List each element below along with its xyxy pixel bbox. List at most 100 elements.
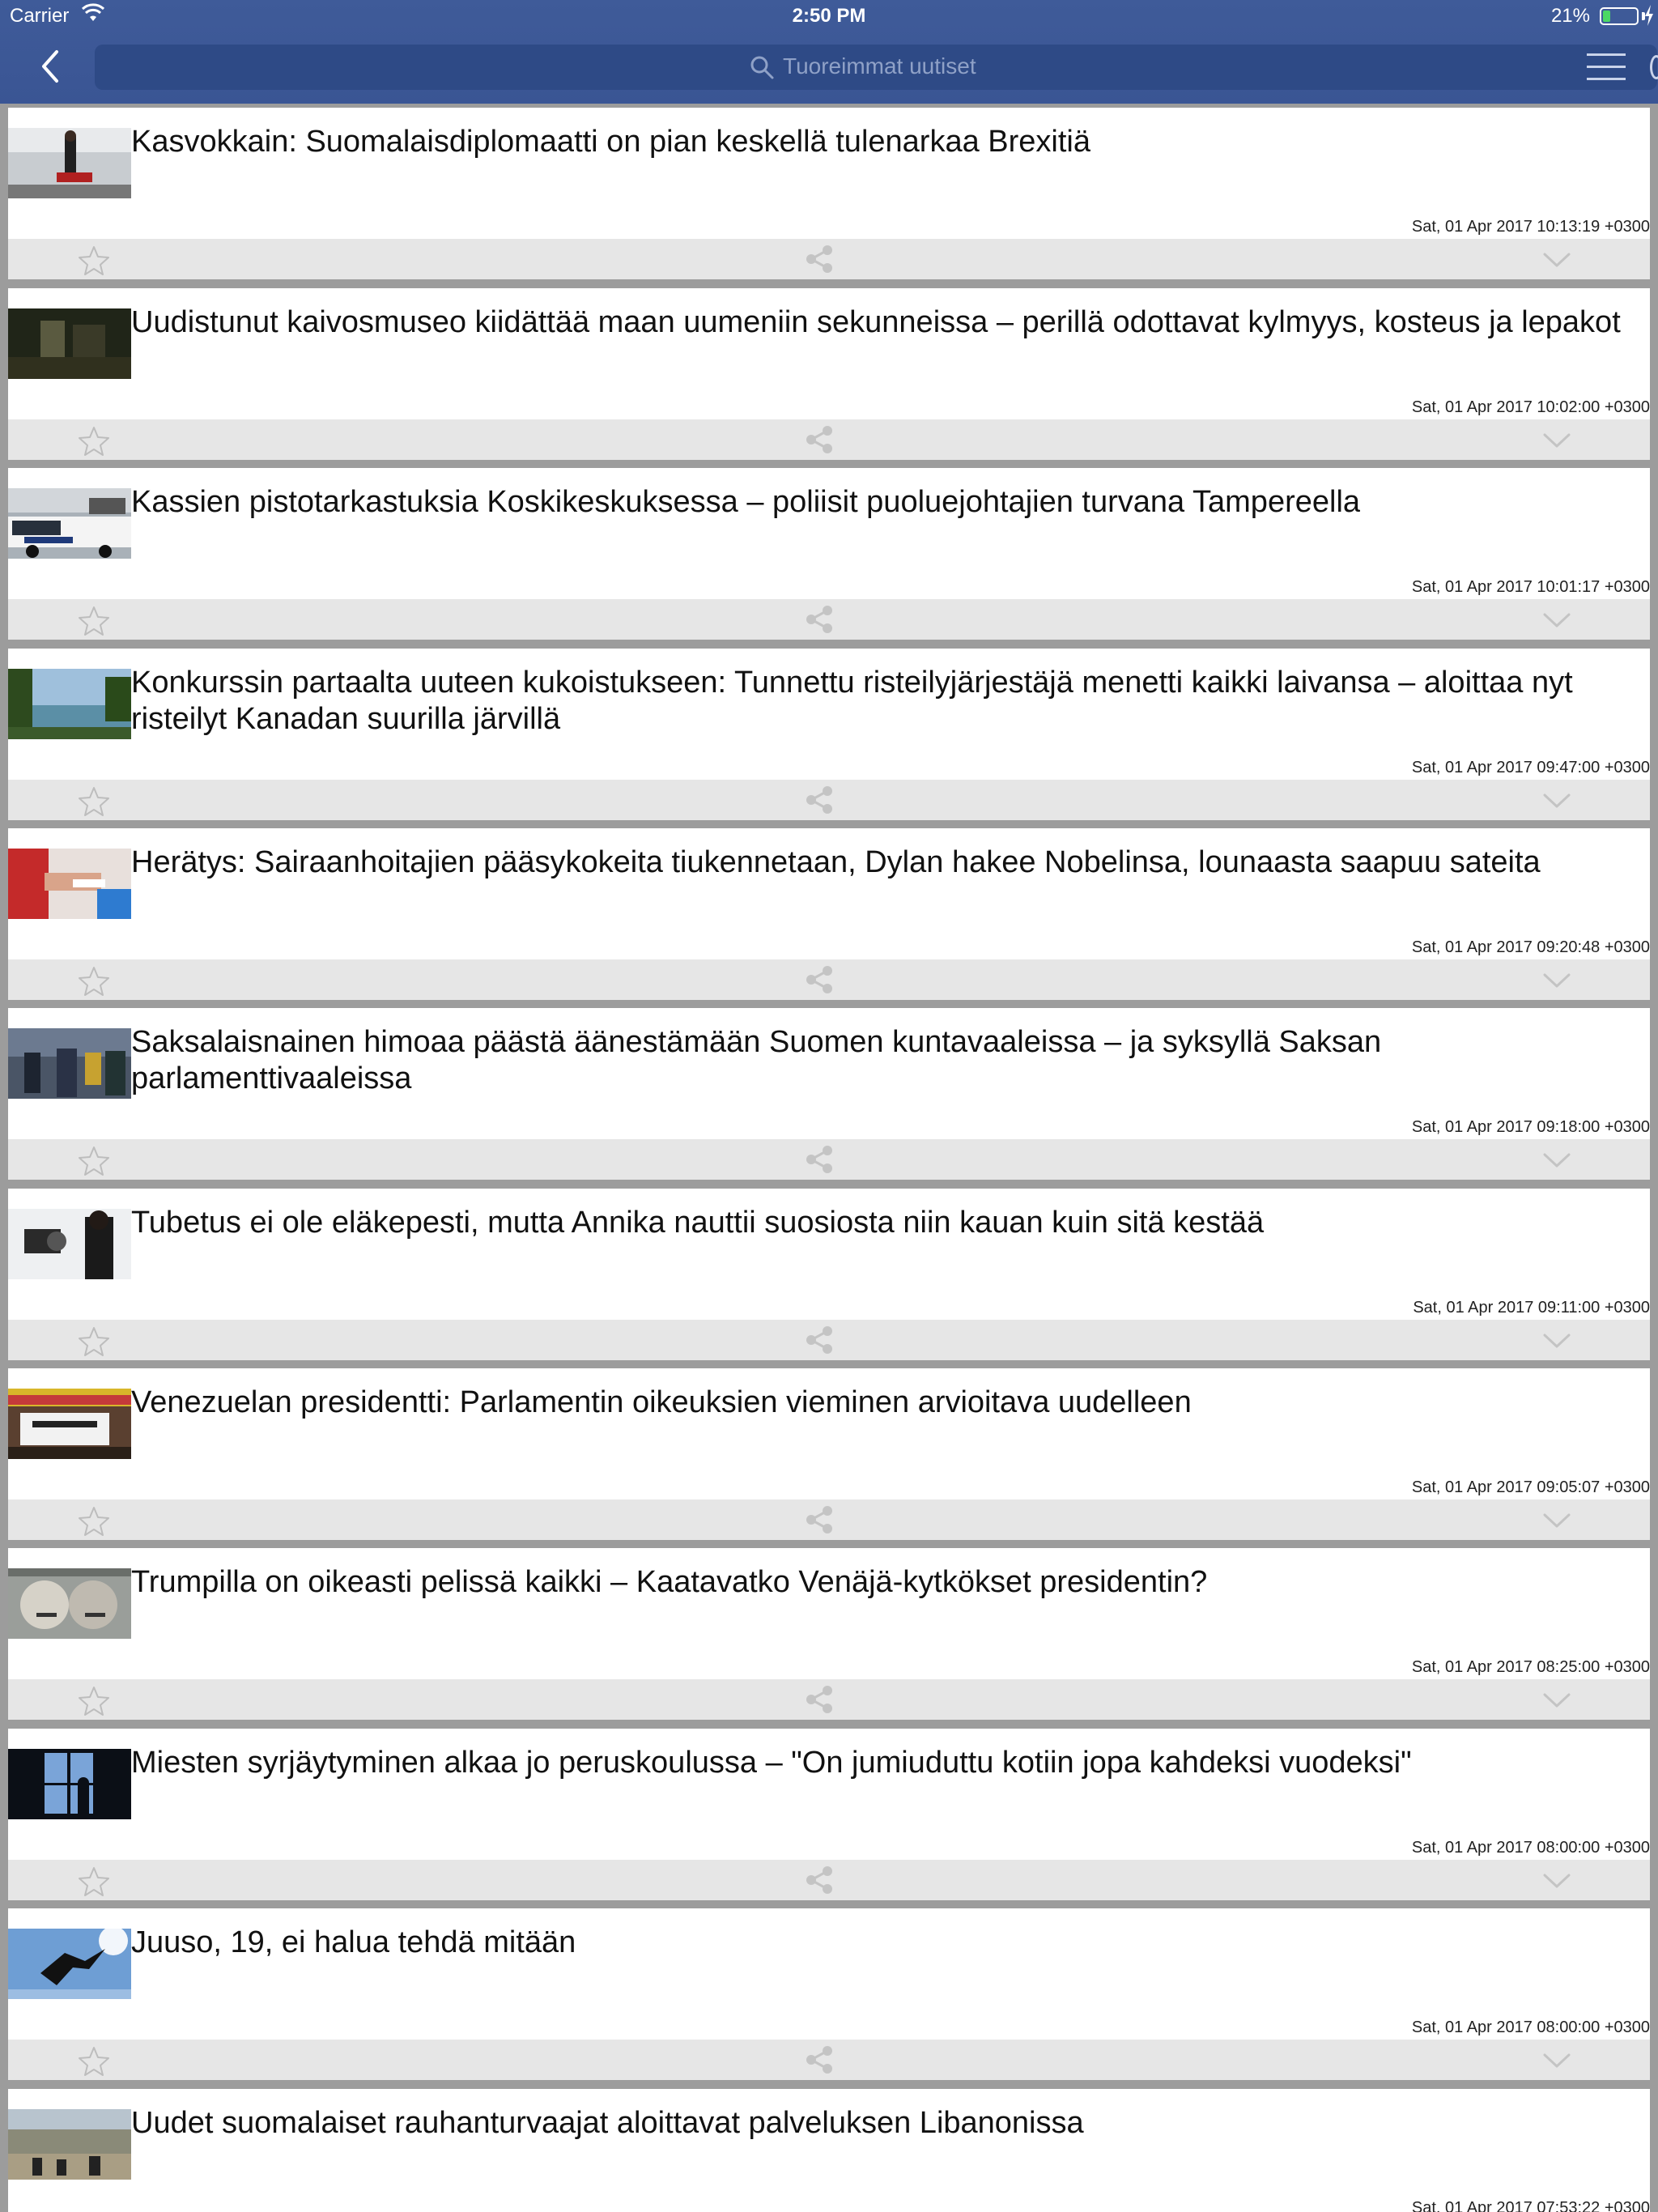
article-action-bar bbox=[8, 239, 1650, 279]
back-button[interactable] bbox=[32, 47, 68, 86]
article-thumbnail[interactable] bbox=[8, 1389, 131, 1459]
article-card[interactable]: Miesten syrjäytyminen alkaa jo peruskoul… bbox=[8, 1729, 1650, 1900]
search-field[interactable]: Tuoreimmat uutiset bbox=[95, 45, 1657, 90]
article-thumbnail[interactable] bbox=[8, 1929, 131, 1999]
share-button[interactable] bbox=[803, 1325, 835, 1355]
article-action-bar bbox=[8, 780, 1650, 820]
expand-chevron-down-button[interactable] bbox=[1543, 793, 1571, 809]
article-title[interactable]: Tubetus ei ole eläkepesti, mutta Annika … bbox=[131, 1205, 1645, 1241]
article-title[interactable]: Herätys: Sairaanhoitajien pääsykokeita t… bbox=[131, 844, 1645, 881]
share-button[interactable] bbox=[803, 1685, 835, 1714]
article-action-bar bbox=[8, 1139, 1650, 1180]
article-date: Sat, 01 Apr 2017 08:00:00 +0300 bbox=[1411, 1839, 1650, 1857]
expand-chevron-down-button[interactable] bbox=[1543, 1152, 1571, 1168]
article-action-bar bbox=[8, 599, 1650, 640]
article-card[interactable]: Herätys: Sairaanhoitajien pääsykokeita t… bbox=[8, 828, 1650, 1000]
share-button[interactable] bbox=[803, 785, 835, 815]
favorite-star-button[interactable] bbox=[78, 966, 110, 997]
share-button[interactable] bbox=[803, 1865, 835, 1895]
expand-chevron-down-button[interactable] bbox=[1543, 612, 1571, 628]
favorite-star-button[interactable] bbox=[78, 1506, 110, 1537]
article-action-bar bbox=[8, 1860, 1650, 1900]
favorite-star-button[interactable] bbox=[78, 606, 110, 636]
article-title[interactable]: Konkurssin partaalta uuteen kukoistuksee… bbox=[131, 665, 1645, 738]
status-bar: Carrier 2:50 PM 21% bbox=[0, 0, 1658, 32]
share-button[interactable] bbox=[803, 425, 835, 454]
share-button[interactable] bbox=[803, 1505, 835, 1534]
hamburger-menu-button[interactable] bbox=[1587, 53, 1626, 81]
article-thumbnail[interactable] bbox=[8, 1209, 131, 1279]
article-date: Sat, 01 Apr 2017 08:00:00 +0300 bbox=[1411, 2018, 1650, 2036]
expand-chevron-down-button[interactable] bbox=[1543, 1333, 1571, 1349]
article-title[interactable]: Miesten syrjäytyminen alkaa jo peruskoul… bbox=[131, 1745, 1645, 1781]
article-title[interactable]: Juuso, 19, ei halua tehdä mitään bbox=[131, 1925, 1645, 1961]
article-action-bar bbox=[8, 959, 1650, 1000]
article-title[interactable]: Trumpilla on oikeasti pelissä kaikki – K… bbox=[131, 1564, 1645, 1601]
favorite-star-button[interactable] bbox=[78, 245, 110, 276]
article-date: Sat, 01 Apr 2017 10:01:17 +0300 bbox=[1411, 578, 1650, 596]
charging-bolt-icon bbox=[1645, 5, 1653, 26]
article-date: Sat, 01 Apr 2017 07:53:22 +0300 bbox=[1411, 2199, 1650, 2212]
navigation-bar: Carrier 2:50 PM 21% Tuoreimmat uutiset bbox=[0, 0, 1658, 104]
battery-percentage: 21% bbox=[1550, 5, 1590, 27]
article-thumbnail[interactable] bbox=[8, 128, 131, 198]
news-feed[interactable]: Kasvokkain: Suomalaisdiplomaatti on pian… bbox=[0, 104, 1658, 2212]
article-action-bar bbox=[8, 419, 1650, 460]
expand-chevron-down-button[interactable] bbox=[1543, 252, 1571, 268]
favorite-star-button[interactable] bbox=[78, 1146, 110, 1176]
article-date: Sat, 01 Apr 2017 09:05:07 +0300 bbox=[1411, 1478, 1650, 1496]
article-date: Sat, 01 Apr 2017 09:11:00 +0300 bbox=[1413, 1299, 1650, 1317]
article-thumbnail[interactable] bbox=[8, 1749, 131, 1819]
expand-chevron-down-button[interactable] bbox=[1543, 1873, 1571, 1889]
share-button[interactable] bbox=[803, 965, 835, 994]
article-date: Sat, 01 Apr 2017 09:18:00 +0300 bbox=[1411, 1118, 1650, 1136]
favorite-star-button[interactable] bbox=[78, 1686, 110, 1716]
favorite-star-button[interactable] bbox=[78, 786, 110, 817]
favorite-star-button[interactable] bbox=[78, 426, 110, 457]
article-card[interactable]: Juuso, 19, ei halua tehdä mitään Sat, 01 … bbox=[8, 1908, 1650, 2080]
status-time: 2:50 PM bbox=[792, 5, 866, 27]
article-card[interactable]: Tubetus ei ole eläkepesti, mutta Annika … bbox=[8, 1189, 1650, 1360]
expand-chevron-down-button[interactable] bbox=[1543, 1692, 1571, 1708]
search-placeholder: Tuoreimmat uutiset bbox=[783, 53, 976, 79]
expand-chevron-down-button[interactable] bbox=[1543, 2052, 1571, 2069]
article-card[interactable]: Kassien pistotarkastuksia Koskikeskukses… bbox=[8, 468, 1650, 640]
article-title[interactable]: Saksalaisnainen himoaa päästä äänestämää… bbox=[131, 1024, 1645, 1097]
article-action-bar bbox=[8, 1320, 1650, 1360]
article-title[interactable]: Uudistunut kaivosmuseo kiidättää maan uu… bbox=[131, 304, 1645, 341]
favorite-star-button[interactable] bbox=[78, 2046, 110, 2077]
expand-chevron-down-button[interactable] bbox=[1543, 1512, 1571, 1529]
article-thumbnail[interactable] bbox=[8, 308, 131, 379]
article-date: Sat, 01 Apr 2017 08:25:00 +0300 bbox=[1411, 1658, 1650, 1676]
article-card[interactable]: Saksalaisnainen himoaa päästä äänestämää… bbox=[8, 1008, 1650, 1180]
article-action-bar bbox=[8, 1499, 1650, 1540]
share-button[interactable] bbox=[803, 1145, 835, 1174]
favorite-star-button[interactable] bbox=[78, 1326, 110, 1357]
article-thumbnail[interactable] bbox=[8, 1028, 131, 1099]
article-thumbnail[interactable] bbox=[8, 488, 131, 559]
article-title[interactable]: Kasvokkain: Suomalaisdiplomaatti on pian… bbox=[131, 124, 1645, 160]
article-card[interactable]: Uudet suomalaiset rauhanturvaajat aloitt… bbox=[8, 2089, 1650, 2212]
share-button[interactable] bbox=[803, 2045, 835, 2074]
article-thumbnail[interactable] bbox=[8, 849, 131, 919]
article-title[interactable]: Venezuelan presidentti: Parlamentin oike… bbox=[131, 1385, 1645, 1421]
article-thumbnail[interactable] bbox=[8, 2109, 131, 2180]
article-title[interactable]: Kassien pistotarkastuksia Koskikeskukses… bbox=[131, 484, 1645, 521]
article-action-bar bbox=[8, 1679, 1650, 1720]
article-date: Sat, 01 Apr 2017 09:20:48 +0300 bbox=[1411, 938, 1650, 956]
expand-chevron-down-button[interactable] bbox=[1543, 432, 1571, 449]
article-card[interactable]: Uudistunut kaivosmuseo kiidättää maan uu… bbox=[8, 288, 1650, 460]
article-card[interactable]: Trumpilla on oikeasti pelissä kaikki – K… bbox=[8, 1548, 1650, 1720]
article-card[interactable]: Konkurssin partaalta uuteen kukoistuksee… bbox=[8, 649, 1650, 820]
article-thumbnail[interactable] bbox=[8, 669, 131, 739]
article-thumbnail[interactable] bbox=[8, 1568, 131, 1639]
share-button[interactable] bbox=[803, 245, 835, 274]
article-action-bar bbox=[8, 2040, 1650, 2080]
article-card[interactable]: Venezuelan presidentti: Parlamentin oike… bbox=[8, 1368, 1650, 1540]
expand-chevron-down-button[interactable] bbox=[1543, 972, 1571, 989]
article-card[interactable]: Kasvokkain: Suomalaisdiplomaatti on pian… bbox=[8, 108, 1650, 279]
article-date: Sat, 01 Apr 2017 10:02:00 +0300 bbox=[1411, 398, 1650, 416]
article-title[interactable]: Uudet suomalaiset rauhanturvaajat aloitt… bbox=[131, 2105, 1645, 2142]
favorite-star-button[interactable] bbox=[78, 1866, 110, 1897]
share-button[interactable] bbox=[803, 605, 835, 634]
